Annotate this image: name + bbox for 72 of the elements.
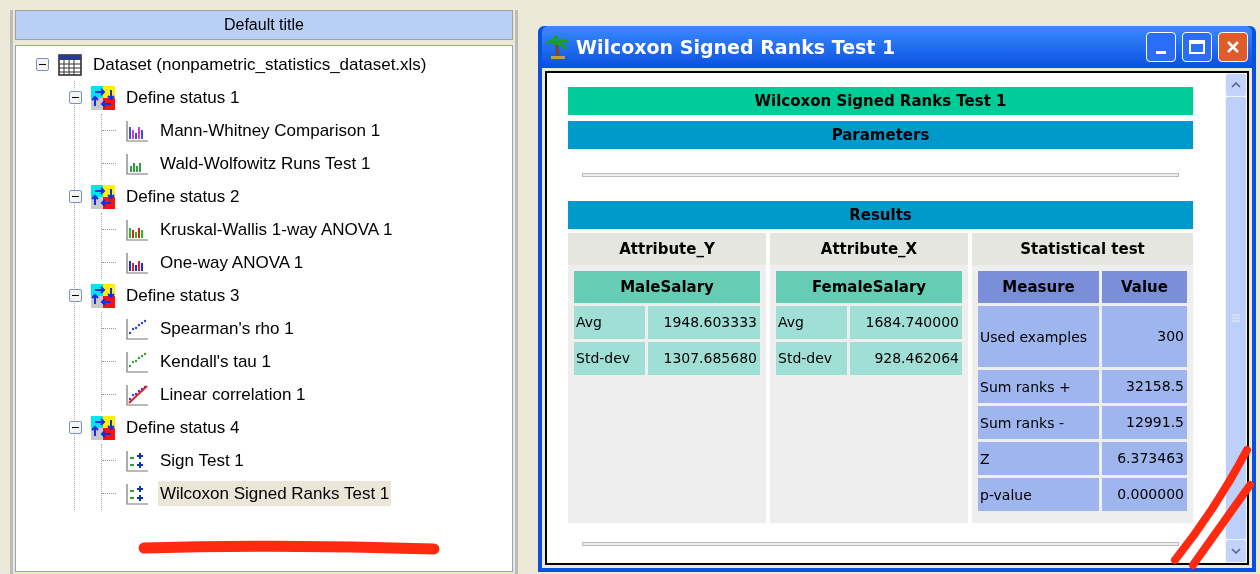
column-header: Measure — [978, 271, 1099, 303]
section-heading: Results — [568, 201, 1193, 229]
tree-item[interactable]: Define status 3 — [124, 282, 242, 309]
collapse-toggle[interactable] — [69, 91, 82, 104]
table-cell: Sum ranks - — [978, 406, 1099, 439]
arrows-grid-icon — [91, 415, 115, 440]
tree-item[interactable]: Spearman's rho 1 — [158, 315, 296, 342]
caret-down-icon — [1231, 548, 1241, 554]
chart-icon — [125, 151, 149, 176]
tree-item[interactable]: Kruskal-Wallis 1-way ANOVA 1 — [158, 216, 395, 243]
minimize-button[interactable] — [1146, 32, 1176, 62]
collapse-toggle[interactable] — [36, 58, 49, 71]
table-cell: Std-dev — [574, 342, 645, 375]
table-cell: p-value — [978, 478, 1099, 511]
chart-icon — [125, 316, 149, 341]
tree-item[interactable]: Kendall's tau 1 — [158, 348, 273, 375]
column-header: Statistical test — [972, 233, 1193, 265]
table-icon — [58, 53, 82, 76]
table-cell: Z — [978, 442, 1099, 475]
arrows-grid-icon — [91, 283, 115, 308]
chart-icon — [125, 448, 149, 473]
table-cell: 928.462064 — [850, 342, 962, 375]
chart-icon — [125, 349, 149, 374]
table-cell: 12991.5 — [1102, 406, 1187, 439]
table-cell: 32158.5 — [1102, 370, 1187, 403]
table-cell: 1948.603333 — [648, 306, 760, 339]
table-cell: 300 — [1102, 306, 1187, 367]
tree-item[interactable]: Define status 2 — [124, 183, 242, 210]
collapse-toggle[interactable] — [69, 190, 82, 203]
table-cell: 1307.685680 — [648, 342, 760, 375]
attribute-name: FemaleSalary — [776, 271, 962, 303]
tree-item[interactable]: Dataset (nonpametric_statistics_dataset.xls) — [91, 51, 429, 78]
column-header: Attribute_Y — [568, 233, 766, 265]
section-heading: Parameters — [568, 121, 1193, 149]
tree-item[interactable]: Sign Test 1 — [158, 447, 246, 474]
table-cell: Used examples — [978, 306, 1099, 367]
column-header: Value — [1102, 271, 1187, 303]
tree-item[interactable]: Define status 1 — [124, 84, 242, 111]
collapse-toggle[interactable] — [69, 289, 82, 302]
scrollbar[interactable] — [1225, 73, 1247, 563]
scroll-thumb[interactable] — [1226, 97, 1246, 539]
close-icon — [1225, 39, 1241, 55]
chart-icon — [125, 118, 149, 143]
collapse-toggle[interactable] — [69, 421, 82, 434]
tree-item[interactable]: Define status 4 — [124, 414, 242, 441]
tree-item[interactable]: Mann-Whitney Comparison 1 — [158, 117, 383, 144]
caret-up-icon — [1231, 82, 1241, 88]
close-button[interactable] — [1218, 32, 1248, 62]
tree-item[interactable]: One-way ANOVA 1 — [158, 249, 306, 276]
chart-icon — [125, 250, 149, 275]
panel-title: Default title — [15, 10, 513, 40]
palm-tree-icon — [546, 35, 570, 59]
tree-item[interactable]: Linear correlation 1 — [158, 381, 308, 408]
table-cell: Std-dev — [776, 342, 847, 375]
chart-icon — [125, 382, 149, 407]
tree-item[interactable]: Wilcoxon Signed Ranks Test 1 — [158, 480, 392, 507]
maximize-button[interactable] — [1182, 32, 1212, 62]
arrows-grid-icon — [91, 85, 115, 110]
arrows-grid-icon — [91, 184, 115, 209]
attribute-name: MaleSalary — [574, 271, 760, 303]
table-cell: 1684.740000 — [850, 306, 962, 339]
chart-icon — [125, 481, 149, 506]
tree-item[interactable]: Wald-Wolfowitz Runs Test 1 — [158, 150, 373, 177]
column-header: Attribute_X — [770, 233, 968, 265]
table-cell: Avg — [776, 306, 847, 339]
chart-icon — [125, 217, 149, 242]
table-cell: Avg — [574, 306, 645, 339]
report-title: Wilcoxon Signed Ranks Test 1 — [568, 87, 1193, 115]
table-cell: 6.373463 — [1102, 442, 1187, 475]
table-cell: 0.000000 — [1102, 478, 1187, 511]
window-title: Wilcoxon Signed Ranks Test 1 — [576, 34, 897, 60]
table-cell: Sum ranks + — [978, 370, 1099, 403]
